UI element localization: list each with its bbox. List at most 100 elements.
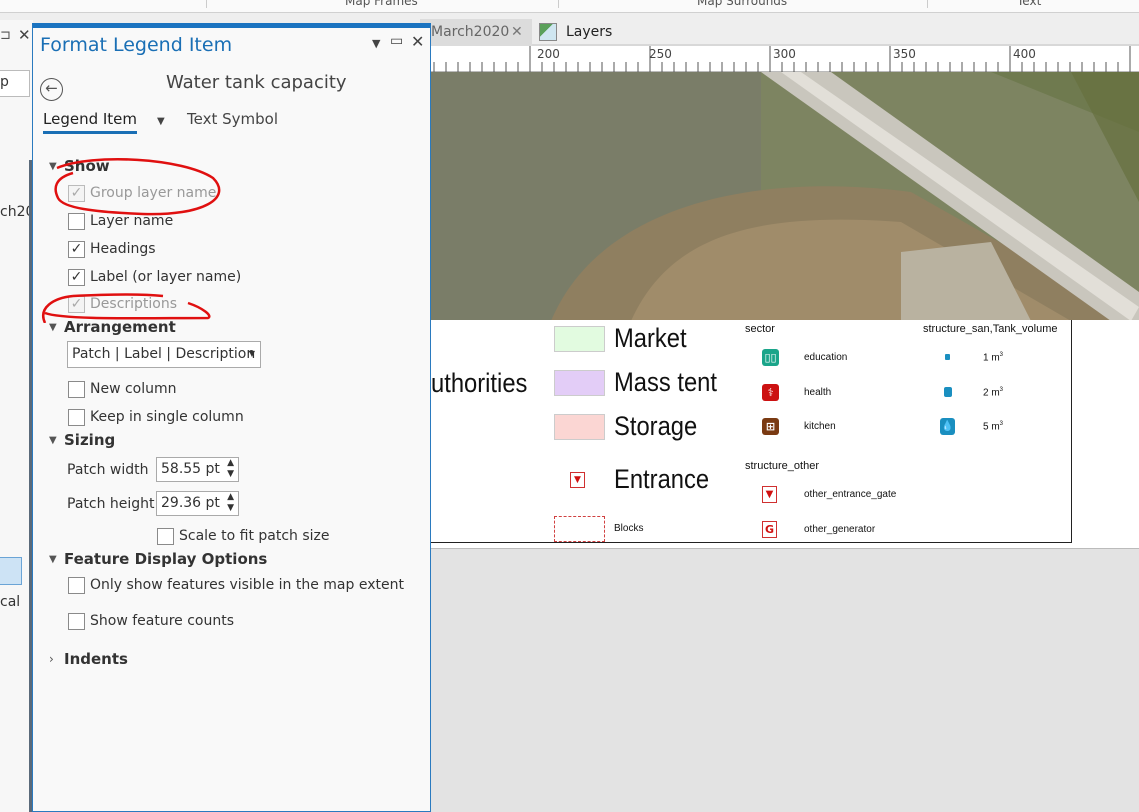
chevron-down-icon[interactable]: ▼ xyxy=(49,554,57,565)
patch-mass-tent xyxy=(554,370,605,396)
kitchen-icon: ⊞ xyxy=(762,418,779,435)
generator-icon: G xyxy=(762,521,777,538)
patch-height-stepper[interactable]: 29.36 pt ▲ ▼ xyxy=(156,491,239,516)
close-icon[interactable]: ✕ xyxy=(18,26,31,44)
legend-label: other_entrance_gate xyxy=(804,489,897,500)
chevron-down-icon: ▼ xyxy=(248,349,255,358)
checkbox-visible-only[interactable] xyxy=(68,577,85,594)
divider xyxy=(558,0,559,8)
divider xyxy=(206,0,207,8)
checkbox-new-column[interactable] xyxy=(68,381,85,398)
ribbon-group-map-surrounds: Map Surrounds xyxy=(697,0,788,8)
chevron-down-icon[interactable]: ▼ xyxy=(49,435,57,446)
checkbox-label: New column xyxy=(90,381,177,397)
pin-icon[interactable]: ⊐ xyxy=(0,28,11,43)
item-fragment[interactable]: cal xyxy=(0,594,20,610)
patch-blocks xyxy=(554,516,605,542)
section-indents[interactable]: Indents xyxy=(64,650,128,668)
ruler-label: 300 xyxy=(773,47,796,61)
tank-volume: 1 m xyxy=(983,352,1000,364)
up-down-arrows-icon[interactable]: ▲ ▼ xyxy=(227,492,234,514)
pane-title: Format Legend Item xyxy=(40,34,233,56)
up-down-arrows-icon[interactable]: ▲ ▼ xyxy=(227,458,234,480)
tank-volume: 5 m xyxy=(983,421,1000,433)
dropdown-value: Patch | Label | Description xyxy=(72,346,256,362)
patch-height-label: Patch height xyxy=(67,496,155,512)
entrance-icon: ▼ xyxy=(570,472,585,488)
legend-label: Blocks xyxy=(614,523,644,534)
patch-width-stepper[interactable]: 58.55 pt ▲ ▼ xyxy=(156,457,239,482)
health-caduceus-icon: ⚕ xyxy=(762,384,779,401)
legend-label: 2 m3 xyxy=(983,387,1003,398)
stepper-value: 29.36 pt xyxy=(161,495,220,511)
superscript: 3 xyxy=(999,352,1004,358)
format-legend-item-pane: Format Legend Item ▼ ▭ ✕ ← Water tank ca… xyxy=(32,23,431,812)
close-icon[interactable]: ✕ xyxy=(411,32,424,51)
legend-label: 5 m3 xyxy=(983,421,1003,432)
legend-label: Storage xyxy=(614,411,698,441)
ribbon-group-text: Text xyxy=(1017,0,1042,8)
ruler-label: 200 xyxy=(537,47,560,61)
legend-heading: sector xyxy=(745,323,775,335)
tab-layers[interactable]: Layers xyxy=(535,19,625,46)
legend-label: other_generator xyxy=(804,524,876,535)
checkbox-label: Keep in single column xyxy=(90,409,244,425)
search-box[interactable]: p xyxy=(0,70,30,97)
maximize-icon[interactable]: ▭ xyxy=(390,33,403,49)
section-feature-display-options[interactable]: Feature Display Options xyxy=(64,550,267,568)
education-book-icon: ▯▯ xyxy=(762,349,779,366)
water-drop-icon-small xyxy=(945,354,950,360)
superscript: 3 xyxy=(999,421,1004,427)
red-annotation-marks xyxy=(42,158,221,323)
pane-options-icon[interactable]: ▼ xyxy=(372,37,380,50)
legend-label: uthorities xyxy=(431,368,528,398)
divider xyxy=(927,0,928,8)
chevron-right-icon[interactable]: › xyxy=(49,652,54,666)
water-drop-icon-medium xyxy=(944,387,952,397)
satellite-imagery xyxy=(431,72,1139,321)
tank-volume: 2 m xyxy=(983,387,1000,399)
left-dock-pane: ⊐ ✕ p ch20 cal xyxy=(0,20,34,812)
ruler-label: 250 xyxy=(649,47,672,61)
section-sizing[interactable]: Sizing xyxy=(64,431,115,449)
patch-width-label: Patch width xyxy=(67,462,149,478)
ribbon: Map Frames Map Surrounds Text xyxy=(0,0,1139,13)
ruler-label: 350 xyxy=(893,47,916,61)
patch-market xyxy=(554,326,605,352)
tab-legend-item[interactable]: Legend Item xyxy=(43,110,138,134)
checkbox-keep-single-column[interactable] xyxy=(68,409,85,426)
back-arrow-icon[interactable]: ← xyxy=(40,78,63,101)
checkbox-feature-counts[interactable] xyxy=(68,613,85,630)
checkbox-label: Scale to fit patch size xyxy=(179,528,330,544)
superscript: 3 xyxy=(999,387,1004,393)
map-icon xyxy=(539,23,557,41)
legend-heading: structure_san,Tank_volume xyxy=(923,323,1058,335)
ruler: 200 250 300 350 400 xyxy=(431,46,1139,72)
patch-storage xyxy=(554,414,605,440)
chevron-down-icon[interactable]: ▼ xyxy=(49,322,57,333)
element-name: Water tank capacity xyxy=(166,72,347,93)
tab-label: Layers xyxy=(566,24,613,40)
checkbox-scale-to-fit[interactable] xyxy=(157,528,174,545)
legend-label: 1 m3 xyxy=(983,352,1003,363)
legend-label: education xyxy=(804,352,848,363)
checkbox-label: Only show features visible in the map ex… xyxy=(90,577,404,593)
water-drop-icon-large: 💧 xyxy=(940,418,955,435)
selected-item[interactable] xyxy=(0,557,22,585)
chevron-down-icon[interactable]: ▼ xyxy=(157,116,165,127)
map-frame[interactable] xyxy=(431,72,1139,321)
legend-label: kitchen xyxy=(804,421,836,432)
ruler-label: 400 xyxy=(1013,47,1036,61)
section-arrangement[interactable]: Arrangement xyxy=(64,318,176,336)
legend-frame xyxy=(431,320,1072,543)
ribbon-group-map-frames: Map Frames xyxy=(345,0,418,8)
tab-march2020[interactable]: March2020 ✕ xyxy=(420,19,532,46)
stepper-value: 58.55 pt xyxy=(161,461,220,477)
entrance-gate-icon: ▼ xyxy=(762,486,777,503)
arrangement-dropdown[interactable]: Patch | Label | Description ▼ xyxy=(67,341,261,368)
legend-label: health xyxy=(804,387,832,398)
legend-label: Mass tent xyxy=(614,367,718,397)
close-icon[interactable]: ✕ xyxy=(511,24,523,40)
legend[interactable]: uthorities Market Mass tent Storage ▼ En… xyxy=(431,320,1139,549)
tab-text-symbol[interactable]: Text Symbol xyxy=(187,110,278,128)
